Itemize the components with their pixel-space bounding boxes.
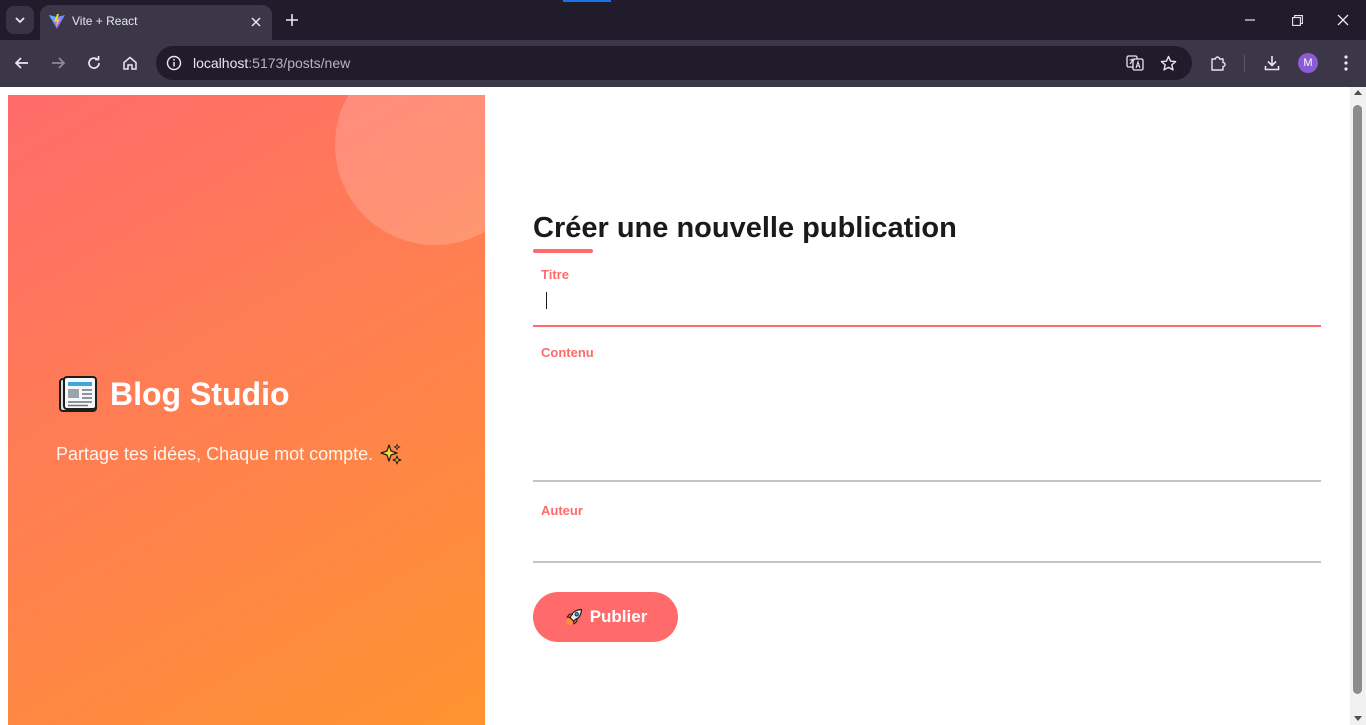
author-input-underline <box>533 561 1321 563</box>
content-label: Contenu <box>541 345 594 360</box>
title-underline <box>533 249 593 253</box>
info-icon <box>166 55 182 71</box>
url-text: localhost:5173/posts/new <box>193 55 350 71</box>
scroll-down-arrow[interactable] <box>1354 716 1362 721</box>
site-info-button[interactable] <box>164 53 184 73</box>
extensions-button[interactable] <box>1206 51 1230 75</box>
puzzle-icon <box>1211 56 1226 71</box>
new-tab-button[interactable] <box>281 9 303 31</box>
window-accent <box>563 0 611 2</box>
brand-title: Blog Studio <box>58 375 290 413</box>
url-host: localhost <box>193 55 249 71</box>
hero-panel: Blog Studio Partage tes idées, Chaque mo… <box>8 95 485 725</box>
content-textarea-underline <box>533 480 1321 482</box>
toolbar-separator <box>1244 55 1245 72</box>
reload-icon <box>88 56 100 69</box>
close-icon <box>1337 14 1349 26</box>
close-window-button[interactable] <box>1321 4 1365 36</box>
plus-icon <box>286 14 298 26</box>
forward-button[interactable] <box>45 50 71 76</box>
scrollbar-thumb[interactable] <box>1353 105 1362 694</box>
arrow-left-icon <box>14 57 28 69</box>
newspaper-icon <box>58 375 98 413</box>
author-label: Auteur <box>541 503 583 518</box>
chevron-down-icon <box>15 17 25 24</box>
restore-button[interactable] <box>1275 4 1319 36</box>
publish-button[interactable]: Publier <box>533 592 678 642</box>
browser-toolbar: localhost:5173/posts/new M <box>0 40 1366 87</box>
brand-title-text: Blog Studio <box>110 375 290 412</box>
browser-tab[interactable]: Vite + React <box>40 5 272 40</box>
content-textarea[interactable] <box>533 363 1321 480</box>
restore-icon <box>1291 14 1303 26</box>
more-vertical-icon <box>1344 55 1348 71</box>
page-viewport: Blog Studio Partage tes idées, Chaque mo… <box>0 87 1366 725</box>
minimize-button[interactable] <box>1228 4 1272 36</box>
scroll-up-arrow[interactable] <box>1354 90 1362 95</box>
text-caret <box>546 292 547 309</box>
tab-strip: Vite + React <box>0 0 1366 40</box>
profile-avatar[interactable]: M <box>1298 53 1318 73</box>
author-input[interactable] <box>533 521 1321 561</box>
brand-tagline-text: Partage tes idées, Chaque mot compte. <box>56 443 374 464</box>
menu-button[interactable] <box>1334 51 1358 75</box>
address-bar[interactable]: localhost:5173/posts/new <box>156 46 1192 80</box>
translate-icon <box>1126 55 1144 71</box>
publish-button-label: Publier <box>589 607 648 626</box>
url-path: :5173/posts/new <box>248 55 351 71</box>
tab-close-button[interactable] <box>246 12 266 32</box>
arrow-right-icon <box>52 57 66 69</box>
vertical-scrollbar[interactable] <box>1350 87 1366 725</box>
decorative-circle <box>335 95 485 245</box>
brand-tagline: Partage tes idées, Chaque mot compte. <box>56 443 402 465</box>
download-icon <box>1264 56 1280 71</box>
title-label: Titre <box>541 267 569 282</box>
title-input[interactable] <box>533 284 1321 325</box>
translate-button[interactable] <box>1125 53 1145 73</box>
bookmark-star-button[interactable] <box>1158 53 1178 73</box>
star-icon <box>1160 55 1176 71</box>
vite-logo-icon <box>49 14 65 29</box>
back-button[interactable] <box>9 50 35 76</box>
downloads-button[interactable] <box>1260 51 1284 75</box>
home-button[interactable] <box>117 50 143 76</box>
tab-search-button[interactable] <box>6 6 34 34</box>
rocket-icon <box>564 607 584 627</box>
page-title: Créer une nouvelle publication <box>533 212 957 244</box>
close-icon <box>251 17 261 27</box>
title-input-underline <box>533 325 1321 327</box>
home-icon <box>123 56 137 70</box>
sparkle-icon <box>380 443 402 465</box>
tab-title: Vite + React <box>72 14 138 28</box>
reload-button[interactable] <box>81 50 107 76</box>
minimize-icon <box>1245 19 1255 21</box>
